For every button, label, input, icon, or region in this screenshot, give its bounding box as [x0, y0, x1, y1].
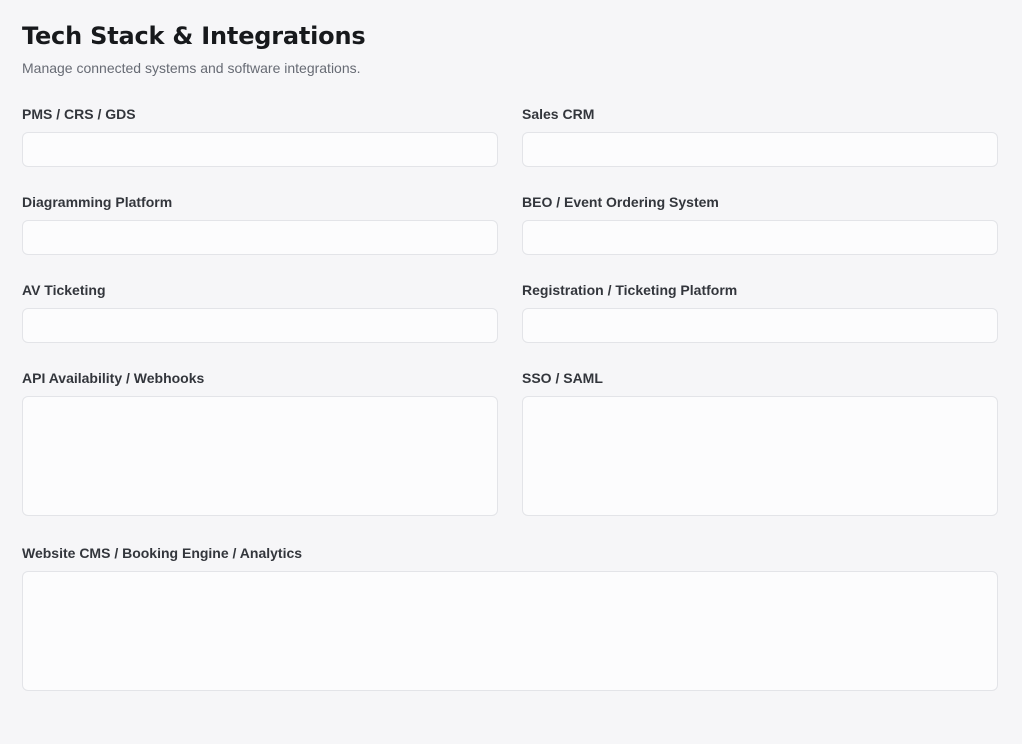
- diagramming-platform-input[interactable]: [22, 220, 498, 255]
- page-subtitle: Manage connected systems and software in…: [22, 60, 361, 76]
- beo-input[interactable]: [522, 220, 998, 255]
- registration-label: Registration / Ticketing Platform: [522, 282, 738, 298]
- beo-field: BEO / Event Ordering System: [522, 192, 998, 255]
- api-webhooks-field: API Availability / Webhooks: [22, 368, 498, 516]
- sso-saml-textarea[interactable]: [522, 396, 998, 516]
- sso-saml-field: SSO / SAML: [522, 368, 998, 516]
- av-ticketing-input[interactable]: [22, 308, 498, 343]
- av-ticketing-field: AV Ticketing: [22, 280, 498, 343]
- av-ticketing-label: AV Ticketing: [22, 282, 106, 298]
- sales-crm-input[interactable]: [522, 132, 998, 167]
- sales-crm-label: Sales CRM: [522, 106, 595, 122]
- api-webhooks-textarea[interactable]: [22, 396, 498, 516]
- pms-label: PMS / CRS / GDS: [22, 106, 136, 122]
- website-cms-field: Website CMS / Booking Engine / Analytics: [22, 543, 998, 691]
- sales-crm-field: Sales CRM: [522, 104, 998, 167]
- website-cms-label: Website CMS / Booking Engine / Analytics: [22, 545, 303, 561]
- registration-input[interactable]: [522, 308, 998, 343]
- website-cms-textarea[interactable]: [22, 571, 998, 691]
- tech-stack-page: Tech Stack & Integrations Manage connect…: [0, 0, 1022, 744]
- pms-field: PMS / CRS / GDS: [22, 104, 498, 167]
- sso-saml-label: SSO / SAML: [522, 370, 603, 386]
- integrations-form: PMS / CRS / GDS Sales CRM Diagramming Pl…: [22, 104, 998, 691]
- beo-label: BEO / Event Ordering System: [522, 194, 719, 210]
- diagramming-platform-field: Diagramming Platform: [22, 192, 498, 255]
- pms-input[interactable]: [22, 132, 498, 167]
- registration-field: Registration / Ticketing Platform: [522, 280, 998, 343]
- api-webhooks-label: API Availability / Webhooks: [22, 370, 205, 386]
- page-title: Tech Stack & Integrations: [22, 22, 366, 50]
- diagramming-platform-label: Diagramming Platform: [22, 194, 173, 210]
